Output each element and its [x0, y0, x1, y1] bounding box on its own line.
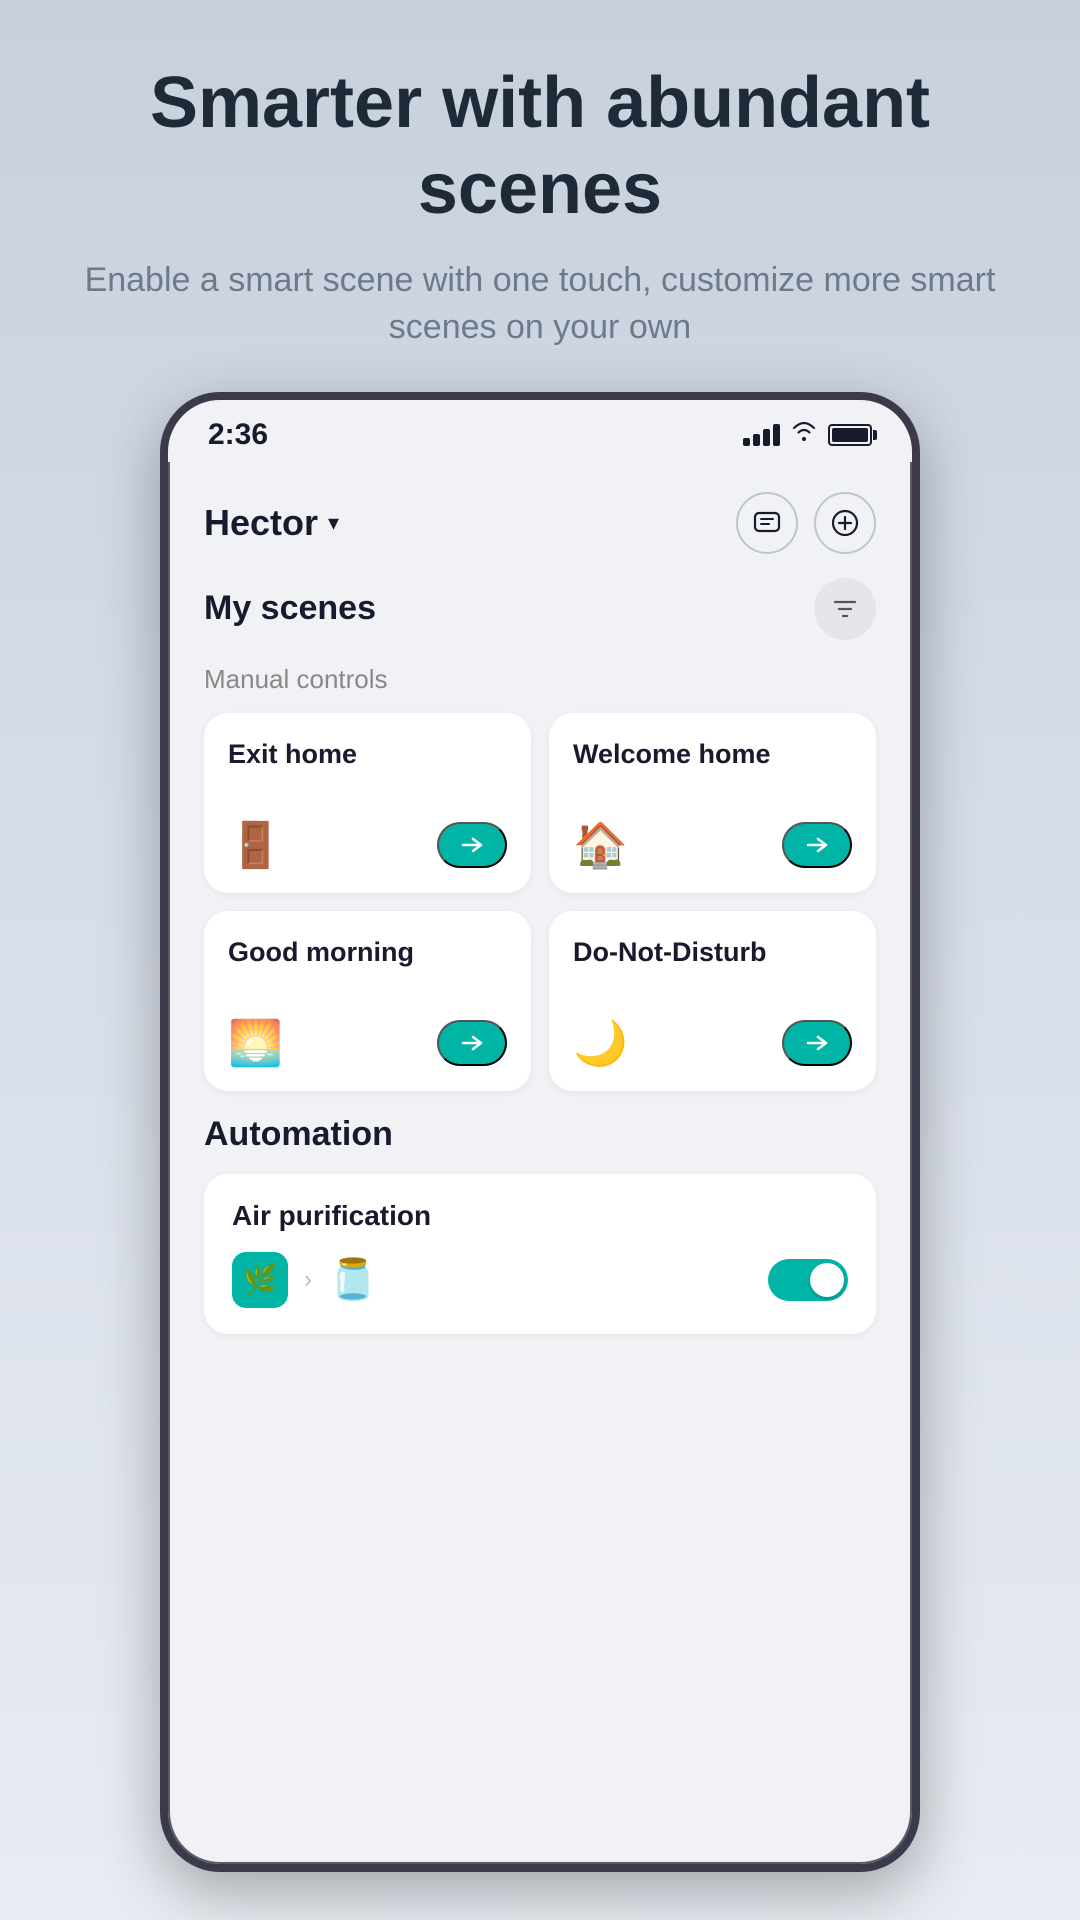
automation-devices: 🌿 › 🫙: [232, 1252, 378, 1308]
location-selector[interactable]: Hector ▾: [204, 502, 339, 544]
exit-home-title: Exit home: [228, 739, 507, 770]
phone-frame: 2:36: [160, 392, 920, 1872]
welcome-home-title: Welcome home: [573, 739, 852, 770]
nav-actions: [736, 492, 876, 554]
automation-title: Automation: [204, 1115, 876, 1154]
battery-icon: [828, 424, 872, 446]
status-time: 2:36: [208, 418, 268, 452]
filter-button[interactable]: [814, 578, 876, 640]
good-morning-footer: 🌅: [228, 1017, 507, 1069]
welcome-home-run-button[interactable]: [782, 822, 852, 868]
leaf-icon: 🌿: [243, 1263, 278, 1296]
do-not-disturb-run-button[interactable]: [782, 1020, 852, 1066]
run-arrow-icon-4: [806, 1034, 828, 1052]
manual-controls-label: Manual controls: [204, 664, 876, 695]
main-title: Smarter with abundant scenes: [60, 60, 1020, 233]
welcome-home-card: Welcome home 🏠: [549, 713, 876, 893]
run-arrow-icon-3: [461, 1034, 483, 1052]
exit-home-run-button[interactable]: [437, 822, 507, 868]
good-morning-title: Good morning: [228, 937, 507, 968]
battery-fill: [832, 428, 868, 442]
status-bar: 2:36: [168, 400, 912, 462]
purifier-icon: 🫙: [328, 1256, 378, 1303]
exit-home-footer: 🚪: [228, 819, 507, 871]
do-not-disturb-footer: 🌙: [573, 1017, 852, 1069]
arrow-right-icon: ›: [304, 1266, 312, 1294]
message-icon: [753, 509, 781, 537]
signal-bar-2: [753, 434, 760, 446]
do-not-disturb-icon: 🌙: [573, 1017, 628, 1069]
status-icons: [743, 420, 872, 449]
signal-bar-1: [743, 438, 750, 446]
air-purification-toggle[interactable]: [768, 1259, 848, 1301]
do-not-disturb-card: Do-Not-Disturb 🌙: [549, 911, 876, 1091]
exit-home-icon: 🚪: [228, 819, 283, 871]
run-arrow-icon: [461, 836, 483, 854]
automation-card-footer: 🌿 › 🫙: [232, 1252, 848, 1308]
welcome-home-icon: 🏠: [573, 819, 628, 871]
good-morning-card: Good morning 🌅: [204, 911, 531, 1091]
good-morning-icon: 🌅: [228, 1017, 283, 1069]
header-section: Smarter with abundant scenes Enable a sm…: [0, 0, 1080, 392]
plus-icon: [831, 509, 859, 537]
top-nav: Hector ▾: [204, 472, 876, 578]
my-scenes-header: My scenes: [204, 578, 876, 640]
good-morning-run-button[interactable]: [437, 1020, 507, 1066]
signal-bars-icon: [743, 424, 780, 446]
scenes-grid: Exit home 🚪 Welcome home 🏠: [204, 713, 876, 1091]
chevron-down-icon: ▾: [328, 510, 339, 536]
welcome-home-footer: 🏠: [573, 819, 852, 871]
toggle-thumb: [810, 1263, 844, 1297]
automation-trigger-icon: 🌿: [232, 1252, 288, 1308]
exit-home-card: Exit home 🚪: [204, 713, 531, 893]
signal-bar-3: [763, 429, 770, 446]
add-button[interactable]: [814, 492, 876, 554]
air-purification-card: Air purification 🌿 › 🫙: [204, 1174, 876, 1334]
main-subtitle: Enable a smart scene with one touch, cus…: [60, 257, 1020, 352]
filter-icon: [831, 595, 859, 623]
location-name: Hector: [204, 502, 318, 544]
run-arrow-icon-2: [806, 836, 828, 854]
wifi-icon: [790, 420, 818, 449]
signal-bar-4: [773, 424, 780, 446]
my-scenes-title: My scenes: [204, 589, 376, 628]
messages-button[interactable]: [736, 492, 798, 554]
phone-content: Hector ▾ My scene: [168, 462, 912, 1866]
air-purification-name: Air purification: [232, 1200, 848, 1232]
do-not-disturb-title: Do-Not-Disturb: [573, 937, 852, 968]
automation-section: Automation Air purification 🌿 › 🫙: [204, 1115, 876, 1334]
